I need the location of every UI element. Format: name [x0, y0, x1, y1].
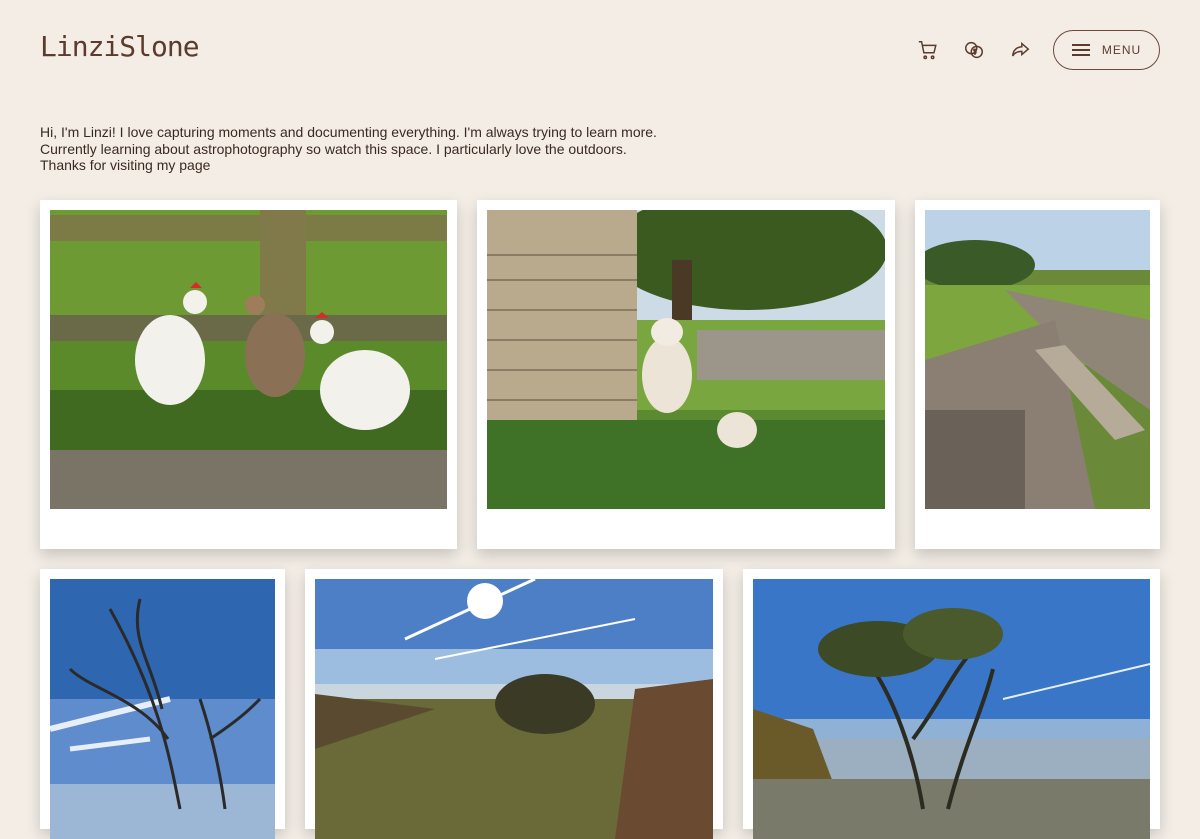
- menu-button[interactable]: MENU: [1053, 30, 1160, 70]
- photo-stream-path: [925, 210, 1150, 509]
- cart-icon[interactable]: [915, 37, 941, 63]
- header-actions: MENU: [895, 30, 1160, 70]
- photo-tree-shore: [753, 579, 1150, 839]
- menu-label: MENU: [1101, 43, 1142, 57]
- photo-card[interactable]: [305, 569, 723, 839]
- photo-sheep: [487, 210, 885, 509]
- photo-card[interactable]: [40, 200, 457, 549]
- photo-card[interactable]: [915, 200, 1160, 549]
- photo-chickens: [50, 210, 447, 509]
- currency-exchange-icon[interactable]: [961, 37, 987, 63]
- site-logo[interactable]: LinziSlone: [40, 30, 200, 63]
- photo-card[interactable]: [743, 569, 1160, 839]
- photo-moorland-sea: [315, 579, 713, 839]
- photo-card[interactable]: [40, 569, 285, 839]
- hamburger-icon: [1071, 44, 1090, 56]
- share-icon[interactable]: [1007, 37, 1033, 63]
- intro-text: Hi, I'm Linzi! I love capturing moments …: [40, 124, 657, 173]
- photo-tree-sky: [50, 579, 275, 839]
- photo-card[interactable]: [477, 200, 895, 549]
